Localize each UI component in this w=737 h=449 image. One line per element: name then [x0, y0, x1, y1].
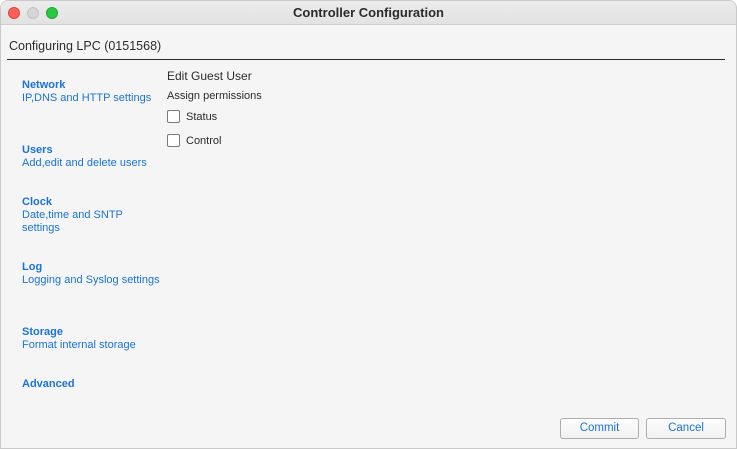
sidebar-item-title: Network — [22, 79, 66, 91]
permission-label: Status — [186, 110, 218, 123]
header-divider — [7, 59, 725, 60]
commit-button[interactable]: Commit — [560, 418, 639, 439]
sidebar-item-users[interactable]: Users Add,edit and delete users — [22, 144, 162, 170]
sidebar-item-storage[interactable]: Storage Format internal storage — [22, 326, 162, 352]
sidebar-item-desc: IP,DNS and HTTP settings — [22, 92, 152, 104]
permission-control[interactable]: Control — [167, 134, 221, 147]
window: Controller Configuration Configuring LPC… — [0, 0, 737, 449]
sidebar-item-title: Log — [22, 261, 43, 273]
panel-title: Edit Guest User — [167, 69, 252, 83]
sidebar-item-desc: Date,time and SNTP settings — [22, 209, 123, 234]
sidebar-item-desc: Logging and Syslog settings — [22, 274, 160, 286]
status-checkbox[interactable] — [167, 110, 180, 123]
sidebar-item-clock[interactable]: Clock Date,time and SNTP settings — [22, 196, 162, 235]
permission-status[interactable]: Status — [167, 110, 217, 123]
config-header: Configuring LPC (0151568) — [9, 39, 162, 53]
window-title: Controller Configuration — [293, 5, 444, 20]
sidebar-item-desc: Add,edit and delete users — [22, 157, 147, 169]
sidebar-item-advanced[interactable]: Advanced — [22, 378, 75, 391]
sidebar-item-title: Advanced — [22, 378, 75, 390]
title-bar: Controller Configuration — [1, 1, 736, 25]
sidebar-item-log[interactable]: Log Logging and Syslog settings — [22, 261, 162, 287]
sidebar-item-title: Clock — [22, 196, 52, 208]
sidebar-item-network[interactable]: Network IP,DNS and HTTP settings — [22, 79, 162, 105]
sidebar-item-title: Storage — [22, 326, 63, 338]
sidebar-item-title: Users — [22, 144, 53, 156]
control-checkbox[interactable] — [167, 134, 180, 147]
permission-label: Control — [186, 134, 222, 147]
cancel-button[interactable]: Cancel — [646, 418, 726, 439]
sidebar-item-desc: Format internal storage — [22, 339, 136, 351]
panel-subtitle: Assign permissions — [167, 90, 262, 102]
